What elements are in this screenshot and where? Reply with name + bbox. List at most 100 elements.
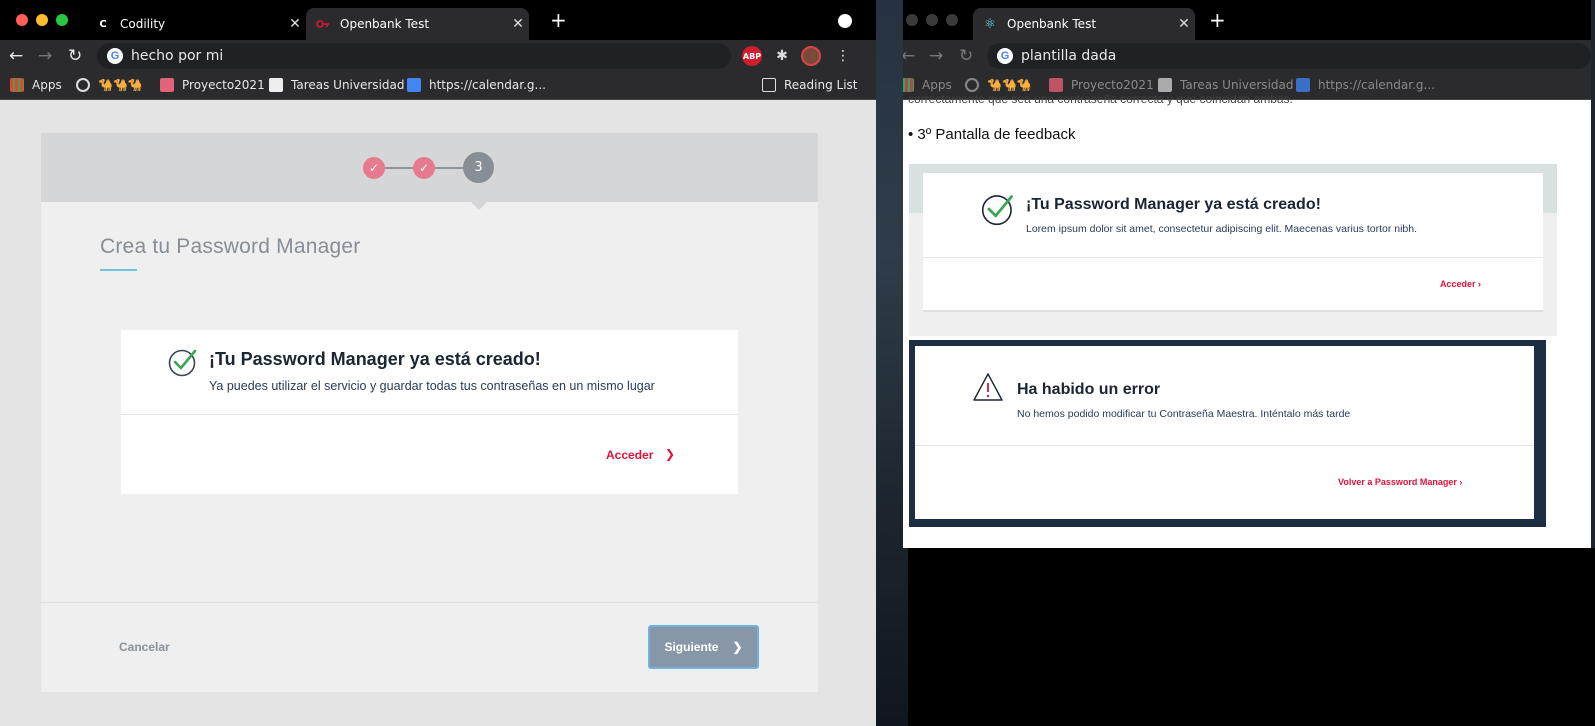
calendar-icon xyxy=(407,78,421,92)
menu-icon[interactable]: ⋮ xyxy=(836,46,850,66)
bookmark-tareas[interactable]: Tareas Universidad xyxy=(269,78,404,92)
tab-title: Openbank Test xyxy=(1007,17,1097,31)
codility-favicon: C xyxy=(99,18,107,30)
back-icon[interactable]: ← xyxy=(903,46,915,66)
reload-icon[interactable]: ↻ xyxy=(68,46,82,66)
bookmark-label: 🐪🐪🐪 xyxy=(987,78,1032,92)
browser-window-left: C Codility ✕ Openbank Test ✕ + ← → ↻ G h… xyxy=(0,0,876,726)
avatar[interactable] xyxy=(801,46,821,66)
divider xyxy=(915,445,1534,446)
list-item-text: 3º Pantalla de feedback xyxy=(917,126,1076,143)
bookmark-tareas[interactable]: Tareas Universidad xyxy=(1158,78,1293,92)
calendar-icon xyxy=(1296,78,1310,92)
success-title: ¡Tu Password Manager ya está creado! xyxy=(1026,196,1321,213)
tab-openbank[interactable]: Openbank Test ✕ xyxy=(306,8,529,40)
bookmark-label: Tareas Universidad xyxy=(291,78,405,92)
bookmark-camels[interactable]: 🐪🐪🐪 xyxy=(965,78,1032,92)
step-connector xyxy=(434,167,464,169)
forward-icon[interactable]: → xyxy=(929,46,943,66)
tab-codility[interactable]: C Codility ✕ xyxy=(86,8,306,40)
bookmark-camels[interactable]: 🐪🐪🐪 xyxy=(76,78,143,92)
forward-icon[interactable]: → xyxy=(38,46,52,66)
globe-icon xyxy=(965,78,979,92)
tab-openbank[interactable]: ⚛ Openbank Test ✕ xyxy=(973,8,1195,40)
bookmark-label: Reading List xyxy=(784,78,858,92)
success-check-icon xyxy=(981,195,1013,226)
new-tab-button[interactable]: + xyxy=(550,10,567,30)
error-text: No hemos podido modificar tu Contraseña … xyxy=(1017,408,1351,420)
bookmark-calendar[interactable]: https://calendar.g... xyxy=(1296,78,1435,92)
bookmark-apps[interactable]: Apps xyxy=(10,78,62,92)
extensions-icon[interactable]: ✱ xyxy=(772,46,792,66)
minimize-window-button[interactable] xyxy=(36,14,48,26)
stepper-caret xyxy=(471,202,487,210)
bookmarks-bar: Apps 🐪🐪🐪 Proyecto2021 Tareas Universidad… xyxy=(0,72,876,100)
apps-grid-icon xyxy=(903,78,914,92)
tab-search-icon[interactable] xyxy=(838,14,852,28)
bookmark-label: https://calendar.g... xyxy=(429,78,546,92)
notion-icon xyxy=(269,78,283,92)
address-text: hecho por mi xyxy=(131,48,224,64)
chevron-right-icon: ❯ xyxy=(665,447,676,461)
cut-off-text: correctamente que sea una contraseña cor… xyxy=(908,92,1293,106)
close-tab-icon[interactable]: ✕ xyxy=(284,16,306,32)
globe-icon xyxy=(76,78,90,92)
address-bar[interactable]: G hecho por mi xyxy=(97,43,731,69)
chevron-right-icon: ❯ xyxy=(732,640,743,654)
stepper: ✓ ✓ 3 xyxy=(41,133,818,202)
success-preview: ¡Tu Password Manager ya está creado! Lor… xyxy=(909,164,1557,336)
close-tab-icon[interactable]: ✕ xyxy=(507,16,529,32)
adblock-icon[interactable]: ABP xyxy=(742,46,762,66)
bookmark-label: https://calendar.g... xyxy=(1318,78,1435,92)
wizard-card: ✓ ✓ 3 Crea tu Password Manager ¡Tu Passw… xyxy=(41,133,818,692)
back-icon[interactable]: ← xyxy=(9,46,23,66)
success-check-icon xyxy=(168,349,197,377)
reading-list-button[interactable]: Reading List xyxy=(762,78,858,92)
google-icon: G xyxy=(997,48,1013,64)
bookmark-calendar[interactable]: https://calendar.g... xyxy=(407,78,546,92)
cancel-button[interactable]: Cancelar xyxy=(119,640,170,654)
bookmark-proyecto[interactable]: Proyecto2021 xyxy=(160,78,265,92)
feedback-box: ¡Tu Password Manager ya está creado! Ya … xyxy=(121,330,738,494)
success-box: ¡Tu Password Manager ya está creado! Lor… xyxy=(923,173,1543,312)
bookmark-apps[interactable]: Apps xyxy=(903,78,952,92)
maximize-window-button[interactable] xyxy=(56,14,68,26)
apps-grid-icon xyxy=(10,78,24,92)
divider xyxy=(923,257,1543,258)
step-3-current: 3 xyxy=(463,152,494,183)
close-window-button[interactable] xyxy=(16,14,28,26)
google-icon: G xyxy=(107,48,123,64)
acceder-link[interactable]: Acceder › xyxy=(1440,279,1481,289)
trello-icon xyxy=(160,78,174,92)
tab-title: Codility xyxy=(120,17,166,31)
bookmark-label: 🐪🐪🐪 xyxy=(98,78,143,92)
feedback-title: ¡Tu Password Manager ya está creado! xyxy=(209,349,541,369)
bookmark-proyecto[interactable]: Proyecto2021 xyxy=(1049,78,1154,92)
acceder-link[interactable]: Acceder xyxy=(606,448,653,462)
bookmark-label: Proyecto2021 xyxy=(1071,78,1154,92)
bookmark-label: Apps xyxy=(922,78,952,92)
desktop-background-bottom xyxy=(908,548,1595,726)
warning-icon xyxy=(973,373,1003,401)
close-tab-icon[interactable]: ✕ xyxy=(1173,16,1195,32)
back-to-password-manager-link[interactable]: Volver a Password Manager › xyxy=(1338,477,1462,487)
page-title: Crea tu Password Manager xyxy=(100,235,361,258)
openbank-favicon xyxy=(316,17,330,31)
title-underline xyxy=(100,269,137,271)
step-1-done: ✓ xyxy=(363,157,385,179)
close-window-button[interactable] xyxy=(906,14,918,26)
address-text: plantilla dada xyxy=(1021,48,1117,64)
minimize-window-button[interactable] xyxy=(926,14,938,26)
new-tab-button[interactable]: + xyxy=(1209,10,1226,30)
step-2-done: ✓ xyxy=(413,157,435,179)
divider xyxy=(41,602,818,603)
success-text: Lorem ipsum dolor sit amet, consectetur … xyxy=(1026,223,1418,235)
address-bar[interactable]: G plantilla dada xyxy=(987,43,1591,69)
bookmark-label: Apps xyxy=(32,78,62,92)
divider xyxy=(121,414,738,415)
maximize-window-button[interactable] xyxy=(946,14,958,26)
reload-icon[interactable]: ↻ xyxy=(959,46,973,66)
next-button[interactable]: Siguiente ❯ xyxy=(648,625,759,669)
list-item: • 3º Pantalla de feedback xyxy=(908,126,1076,143)
notion-icon xyxy=(1158,78,1172,92)
